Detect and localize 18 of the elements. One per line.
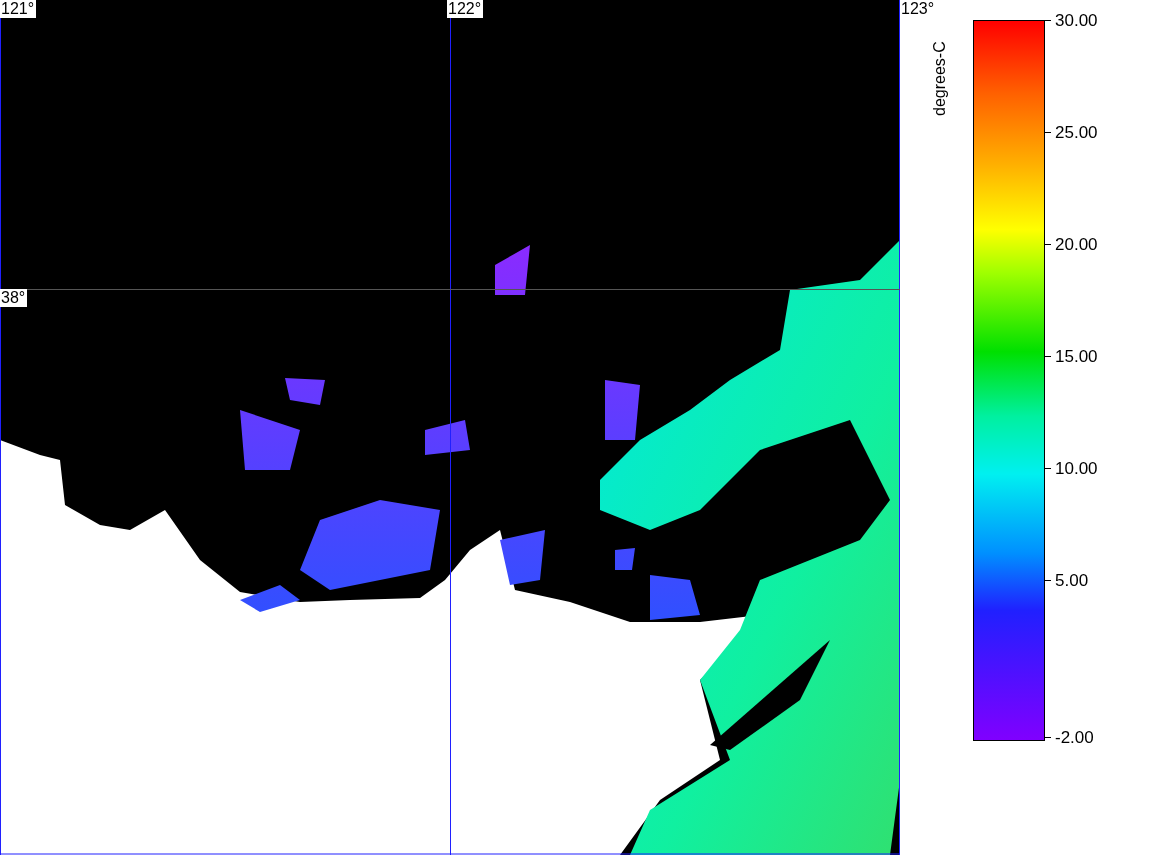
tick-mark (1045, 737, 1051, 738)
tick-label: 30.00 (1055, 11, 1098, 31)
latitude-label: 38° (0, 289, 28, 307)
longitude-label: 122° (447, 0, 484, 18)
tick-mark (1045, 20, 1051, 21)
tick-mark (1045, 468, 1051, 470)
colorbar-title: degrees-C (930, 41, 949, 116)
tick-label: 25.00 (1055, 123, 1098, 144)
tick-mark (1045, 580, 1051, 582)
tick-label: 20.00 (1055, 235, 1098, 256)
tick-mark (1045, 244, 1051, 246)
longitude-label: 121° (0, 0, 37, 18)
tick-label: -2.00 (1055, 728, 1094, 748)
tick-label: 5.00 (1055, 571, 1089, 592)
tick-mark (1045, 132, 1051, 134)
tick-label: 15.00 (1055, 347, 1098, 368)
tick-label: 10.00 (1055, 459, 1098, 480)
tick-mark (1045, 356, 1051, 358)
